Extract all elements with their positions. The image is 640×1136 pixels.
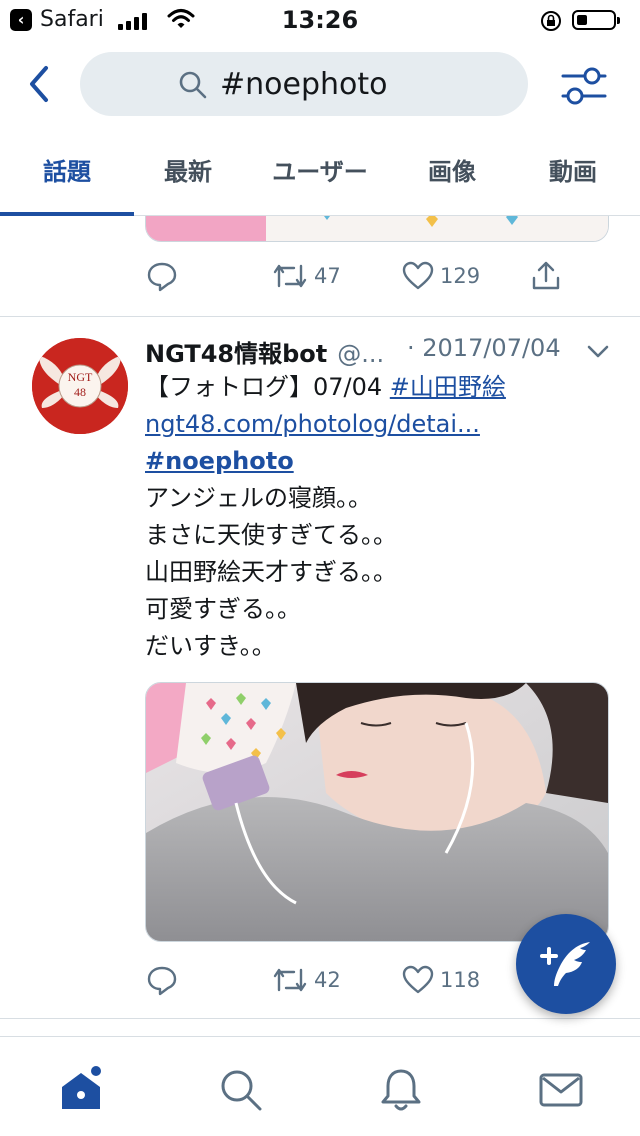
bottom-navigation	[0, 1036, 640, 1136]
avatar[interactable]: NGT 48	[32, 338, 128, 434]
search-header: #noephoto	[0, 42, 640, 130]
retweet-button[interactable]: 42	[272, 964, 341, 996]
tweet-text-line: 【フォトログ】07/04	[145, 373, 390, 401]
tweet-text-line: 山田野絵天才すぎる。。	[145, 558, 397, 586]
compose-tweet-button[interactable]	[516, 914, 616, 1014]
speech-bubble-icon	[147, 966, 177, 996]
tweet-text-line: まさに天使すぎてる。。	[145, 521, 397, 549]
search-query[interactable]: #noephoto	[220, 67, 388, 102]
status-bar: ‹ Safari 13:26	[0, 0, 640, 42]
nav-notifications[interactable]	[376, 1065, 426, 1115]
battery-icon	[572, 10, 620, 30]
orientation-lock-icon	[540, 10, 562, 36]
nav-home[interactable]	[56, 1065, 106, 1115]
envelope-icon	[539, 1073, 583, 1107]
back-button[interactable]	[24, 62, 56, 106]
timeline[interactable]: 47 129 NGT 48 NGT48情報bot @... · 2017/07/…	[0, 216, 640, 1036]
avatar-text: NGT 48	[67, 370, 93, 399]
retweet-count: 47	[314, 264, 341, 288]
tweet-divider	[0, 1018, 640, 1019]
search-filter-button[interactable]	[560, 64, 608, 108]
previous-tweet-actions: 47 129	[0, 260, 640, 300]
chevron-left-icon	[30, 66, 48, 102]
retweet-button[interactable]: 47	[272, 260, 341, 292]
tweet-date[interactable]: · 2017/07/04	[407, 334, 561, 362]
retweet-count: 42	[314, 968, 341, 992]
tab-photos[interactable]: 画像	[398, 130, 506, 216]
tweet-text-line: だいすき。。	[145, 632, 276, 660]
url-link[interactable]: ngt48.com/photolog/detai...	[145, 410, 480, 438]
tweet-divider	[0, 316, 640, 317]
tweet-photo[interactable]	[145, 682, 609, 942]
tweet-menu-button[interactable]	[586, 344, 610, 364]
heart-icon	[402, 261, 434, 290]
like-button[interactable]: 129	[402, 260, 480, 292]
tweet-text-line: 可愛すぎる。。	[145, 595, 301, 623]
nav-search[interactable]	[216, 1065, 266, 1115]
hashtag-link[interactable]: #山田野絵	[390, 373, 506, 401]
search-input[interactable]: #noephoto	[80, 52, 528, 116]
sliders-icon	[561, 67, 607, 105]
author-name[interactable]: NGT48情報bot	[145, 340, 327, 368]
share-button[interactable]	[530, 260, 562, 292]
bell-icon	[381, 1069, 421, 1111]
like-count: 118	[440, 968, 481, 992]
search-icon	[178, 70, 208, 104]
like-button[interactable]: 118	[402, 964, 480, 996]
hashtag-link[interactable]: #noephoto	[145, 447, 294, 475]
tweet-header: NGT48情報bot @... · 2017/07/04	[145, 334, 575, 369]
share-icon	[532, 261, 560, 290]
tab-videos[interactable]: 動画	[506, 130, 640, 216]
like-count: 129	[440, 264, 481, 288]
search-icon	[221, 1070, 262, 1111]
nav-messages[interactable]	[536, 1065, 586, 1115]
retweet-icon	[273, 264, 307, 288]
reply-button[interactable]	[146, 964, 178, 996]
retweet-icon	[273, 968, 307, 992]
compose-tweet-icon	[540, 942, 590, 986]
tab-users[interactable]: ユーザー	[242, 130, 398, 216]
search-tabs: 話題 最新 ユーザー 画像 動画	[0, 130, 640, 216]
chevron-down-icon	[587, 345, 609, 358]
tab-trending[interactable]: 話題	[0, 130, 134, 216]
tweet-text-line: アンジェルの寝顔。。	[145, 484, 373, 512]
author-handle[interactable]: @...	[337, 340, 384, 368]
heart-icon	[402, 965, 434, 994]
tab-latest[interactable]: 最新	[134, 130, 242, 216]
home-icon	[62, 1066, 101, 1109]
previous-tweet-image[interactable]	[145, 216, 609, 242]
reply-button[interactable]	[146, 260, 178, 292]
tweet-text: 【フォトログ】07/04 #山田野絵 ngt48.com/photolog/de…	[145, 369, 615, 665]
speech-bubble-icon	[147, 262, 177, 292]
